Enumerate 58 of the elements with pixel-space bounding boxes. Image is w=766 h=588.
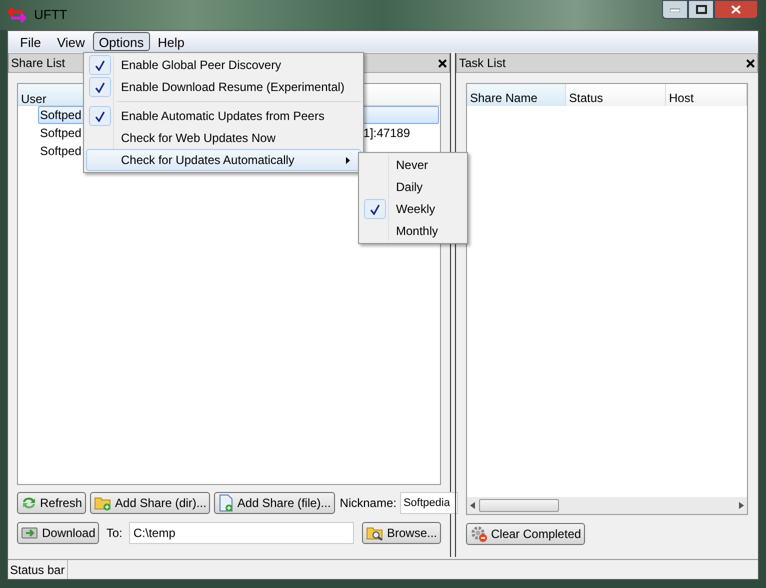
nickname-field[interactable]: Softpedia [400,492,458,514]
folder-search-icon [366,525,384,541]
folder-add-icon [94,495,112,511]
gear-icon [470,525,488,543]
menu-label: Check for Web Updates Now [121,130,276,147]
menu-label: Monthly [396,223,438,240]
add-share-button[interactable]: Add Share (file)... [214,492,335,514]
menu-item[interactable]: Enable Global Peer Discovery [86,54,361,76]
column-header[interactable]: Host [666,84,747,106]
field-label: To: [106,525,122,542]
close-icon[interactable] [438,58,447,68]
scroll-right-icon[interactable] [739,502,744,509]
menu-label: Enable Global Peer Discovery [121,57,282,74]
menu-item[interactable]: Weekly [361,198,465,220]
menu-label: Daily [396,179,423,196]
close-button[interactable] [714,0,758,19]
menu-label: Enable Automatic Updates from Peers [121,108,324,125]
menu-label: Never [396,157,428,174]
menu-item[interactable]: Check for Web Updates Now [86,127,361,149]
close-icon[interactable] [746,58,755,68]
minimize-button[interactable] [662,0,688,19]
menu-label: Check for Updates Automatically [121,152,294,169]
submenu-arrow-icon [346,156,350,164]
panel-title: Task List [459,55,506,72]
menu-item[interactable]: Never [361,154,465,176]
file-add-icon [218,494,234,512]
app-logo-icon [8,7,26,23]
menu-item[interactable]: Options [92,32,150,51]
download-button[interactable]: Download [17,522,100,544]
horizontal-scrollbar[interactable] [467,497,747,514]
menu-label: Enable Download Resume (Experimental) [121,79,344,96]
destination-field[interactable]: C:\temp [129,522,354,544]
browse-button[interactable]: Browse... [362,522,441,544]
menu-item[interactable]: View [48,32,93,51]
panel-title: Share List [11,55,66,72]
refresh-button[interactable]: Refresh [17,492,86,514]
scroll-left-icon[interactable] [470,502,475,509]
menu-item[interactable]: Help [150,32,192,51]
column-header[interactable]: Status [566,84,666,106]
menu-item[interactable]: Daily [361,176,465,198]
close-icon [731,5,741,14]
maximize-button[interactable] [688,0,714,19]
menu-item[interactable]: Check for Updates Automatically [86,149,361,171]
column-header[interactable]: Share Name [467,84,566,106]
window-title: UFTT [34,6,68,24]
minimize-icon [670,8,680,12]
field-label: Nickname: [340,495,396,512]
menu-label: Weekly [396,201,436,218]
status-text: Status bar [8,560,68,579]
maximize-icon [696,5,706,14]
add-share-button[interactable]: Add Share (dir)... [90,492,210,514]
menu-item[interactable]: File [12,32,49,51]
menu-item[interactable]: Monthly [361,220,465,242]
clear-completed-button[interactable]: Clear Completed [466,523,586,545]
refresh-arrows-icon [21,495,37,511]
table-cell-text: Softped [39,107,82,124]
menu-item[interactable]: Enable Automatic Updates from Peers [86,105,361,127]
menu-item[interactable]: Enable Download Resume (Experimental) [86,76,361,98]
